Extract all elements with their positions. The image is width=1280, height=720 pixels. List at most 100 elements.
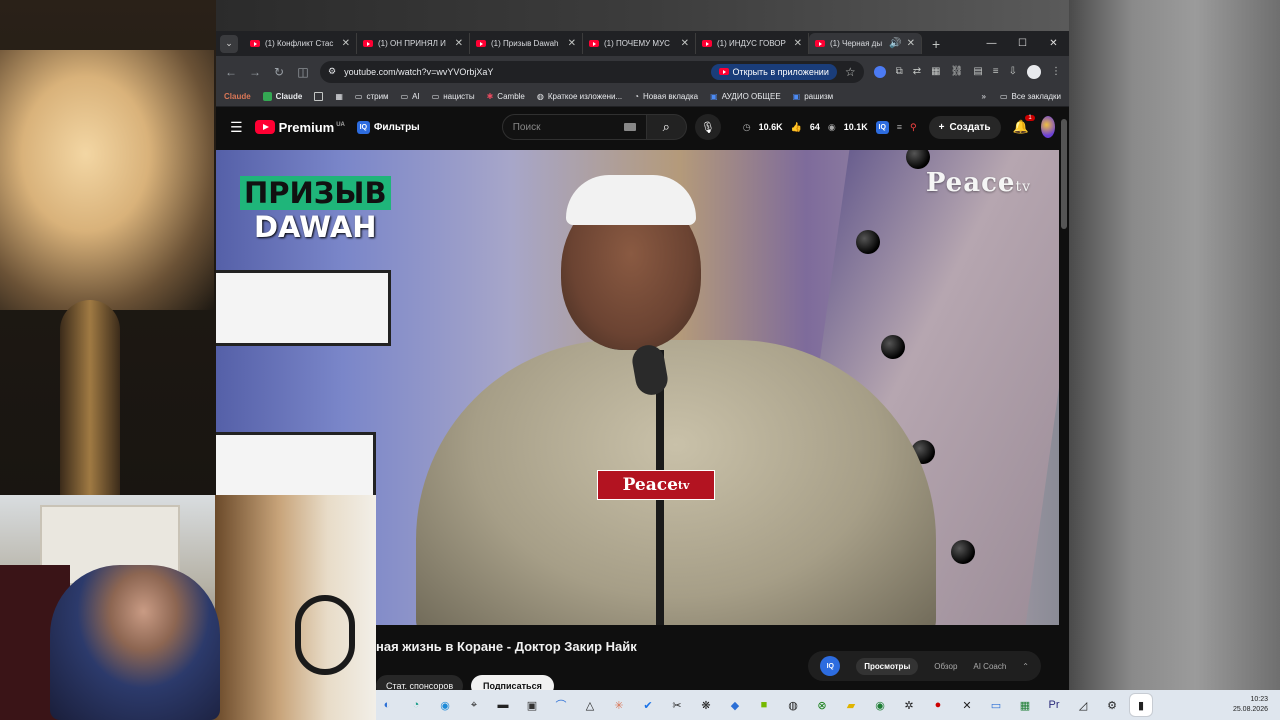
forward-icon[interactable]: →: [248, 65, 262, 79]
extension-bell-icon[interactable]: ⚲: [910, 122, 917, 133]
bookmark-folder[interactable]: ▭ стрим: [355, 92, 389, 101]
youtube-logo[interactable]: Premium UA: [254, 120, 345, 135]
overlay-line-2: DAWAH: [253, 210, 377, 244]
list-icon[interactable]: ≡: [897, 122, 902, 132]
tab-ai-coach[interactable]: AI Coach: [973, 662, 1006, 671]
menu-dots-icon[interactable]: ⋮: [1051, 66, 1061, 77]
prism-icon[interactable]: ◆: [724, 694, 746, 716]
vector-icon[interactable]: △: [579, 694, 601, 716]
vm-icon[interactable]: ▭: [985, 694, 1007, 716]
page-scrollbar[interactable]: [1061, 119, 1067, 229]
omnibox[interactable]: ⚙ youtube.com/watch?v=wvYVOrbjXaY Открыт…: [320, 60, 864, 83]
steam-icon[interactable]: ◍: [782, 694, 804, 716]
download-icon[interactable]: ⇩: [1009, 66, 1017, 77]
browser-icon[interactable]: ◉: [434, 694, 456, 716]
url-text[interactable]: youtube.com/watch?v=wvYVOrbjXaY: [344, 67, 493, 77]
premiere-icon[interactable]: Pr: [1043, 694, 1065, 716]
tab[interactable]: (1) Призыв Dawah ✕: [470, 33, 583, 54]
xbox-icon[interactable]: ⊗: [811, 694, 833, 716]
bookmark-item[interactable]: ▣ АУДИО ОБЩЕЕ: [710, 92, 781, 101]
bookmark-item[interactable]: ◔ Новая вкладка: [634, 92, 698, 101]
close-icon[interactable]: ✕: [794, 38, 802, 49]
bookmark-item[interactable]: ▣ рашизм: [793, 92, 834, 101]
bookmark-item[interactable]: ✱ Camble: [487, 92, 525, 101]
tab[interactable]: (1) ПОЧЕМУ МУС ✕: [583, 33, 696, 54]
maximize-icon[interactable]: ☐: [1007, 38, 1038, 49]
link-icon[interactable]: ⛓: [951, 66, 964, 77]
site-info-icon[interactable]: ⚙: [328, 66, 336, 77]
bookmark-item[interactable]: Claude: [224, 92, 251, 101]
sponsor-stats-button[interactable]: Стат. спонсоров: [376, 675, 464, 690]
sheet-icon[interactable]: ▦: [1014, 694, 1036, 716]
tab[interactable]: (1) Конфликт Стас ✕: [244, 33, 357, 54]
grid-icon[interactable]: ▦: [931, 66, 940, 77]
notifications-bell-icon[interactable]: 🔔 1: [1013, 115, 1035, 135]
tab[interactable]: (1) ОН ПРИНЯЛ И ✕: [357, 33, 470, 54]
claude-icon[interactable]: ✳: [608, 694, 630, 716]
filters-button[interactable]: IQ Фильтры: [356, 120, 420, 134]
openai-icon[interactable]: ❋: [695, 694, 717, 716]
settings-gear-icon[interactable]: ✲: [898, 694, 920, 716]
collapse-icon[interactable]: ⌃: [1022, 662, 1029, 671]
bookmark-item[interactable]: [314, 92, 324, 101]
nvidia-icon[interactable]: ■: [753, 694, 775, 716]
bookmark-item[interactable]: Claude: [262, 92, 302, 101]
app-icon[interactable]: ◐: [376, 694, 398, 716]
bookmark-item[interactable]: ◍ Краткое изложени...: [537, 92, 622, 101]
translate-icon[interactable]: ⇄: [913, 66, 921, 77]
check-icon[interactable]: ✔: [637, 694, 659, 716]
subscribe-button[interactable]: Подписаться: [471, 675, 554, 690]
tab-overview[interactable]: Обзор: [934, 662, 957, 671]
tab-search-icon[interactable]: ⌄: [220, 34, 238, 53]
profile-avatar[interactable]: [1027, 64, 1041, 79]
stat-likes: 64: [809, 122, 820, 132]
media-icon[interactable]: ≡: [993, 66, 999, 77]
side-panel-icon[interactable]: ◫: [296, 65, 310, 79]
tool-icon[interactable]: ⌖: [463, 694, 485, 716]
reload-icon[interactable]: ↻: [272, 65, 286, 79]
capcut-icon[interactable]: ✂: [666, 694, 688, 716]
open-in-app-button[interactable]: Открыть в приложении: [710, 63, 837, 80]
voice-search-button[interactable]: 🎙: [694, 114, 721, 140]
bookmark-item[interactable]: ▦: [335, 92, 343, 101]
close-icon[interactable]: ✕: [342, 38, 350, 49]
folder-icon[interactable]: ▰: [840, 694, 862, 716]
all-bookmarks[interactable]: ▭ Все закладки: [1000, 92, 1061, 101]
back-icon[interactable]: ←: [224, 65, 238, 79]
close-window-icon[interactable]: ✕: [1038, 38, 1069, 49]
edge-icon[interactable]: ◔: [405, 694, 427, 716]
gear-icon[interactable]: ⚙: [1101, 694, 1123, 716]
search-button[interactable]: ⌕: [646, 114, 687, 140]
obs-icon[interactable]: ▣: [521, 694, 543, 716]
tab-active[interactable]: (1) Черная ды 🔊 ✕: [809, 33, 922, 54]
x-icon[interactable]: ✕: [956, 694, 978, 716]
more-bookmarks-icon[interactable]: »: [982, 92, 986, 101]
close-icon[interactable]: ✕: [568, 38, 576, 49]
terminal-icon[interactable]: ▬: [492, 694, 514, 716]
record-icon[interactable]: ●: [927, 694, 949, 716]
puzzle-icon[interactable]: ⧉: [896, 66, 903, 77]
arc-icon[interactable]: ⌒: [550, 694, 572, 716]
iq-icon[interactable]: IQ: [875, 120, 889, 134]
create-button[interactable]: + Создать: [928, 115, 1001, 139]
keyboard-icon[interactable]: [623, 123, 636, 131]
tab-views[interactable]: Просмотры: [856, 657, 919, 675]
audio-meter-icon[interactable]: ▮: [1130, 694, 1152, 716]
close-icon[interactable]: ✕: [907, 38, 915, 49]
close-icon[interactable]: ✕: [455, 38, 463, 49]
tab[interactable]: (1) ИНДУС ГОВОР ✕: [696, 33, 809, 54]
globe-icon[interactable]: ◉: [869, 694, 891, 716]
chart-icon[interactable]: ◿: [1072, 694, 1094, 716]
bookmark-star-icon[interactable]: ☆: [845, 65, 856, 79]
search-input[interactable]: Поиск: [501, 114, 647, 140]
close-icon[interactable]: ✕: [681, 38, 689, 49]
account-avatar[interactable]: [1040, 116, 1055, 138]
menu-icon[interactable]: ☰: [230, 119, 243, 136]
new-tab-button[interactable]: +: [932, 36, 940, 52]
minimize-icon[interactable]: —: [976, 38, 1007, 49]
bookmark-folder[interactable]: ▭ нацисты: [432, 92, 475, 101]
speaker-icon[interactable]: 🔊: [889, 38, 901, 49]
reader-icon[interactable]: ▤: [973, 66, 982, 77]
extension-icon[interactable]: [873, 65, 886, 78]
bookmark-folder[interactable]: ▭ AI: [401, 92, 420, 101]
